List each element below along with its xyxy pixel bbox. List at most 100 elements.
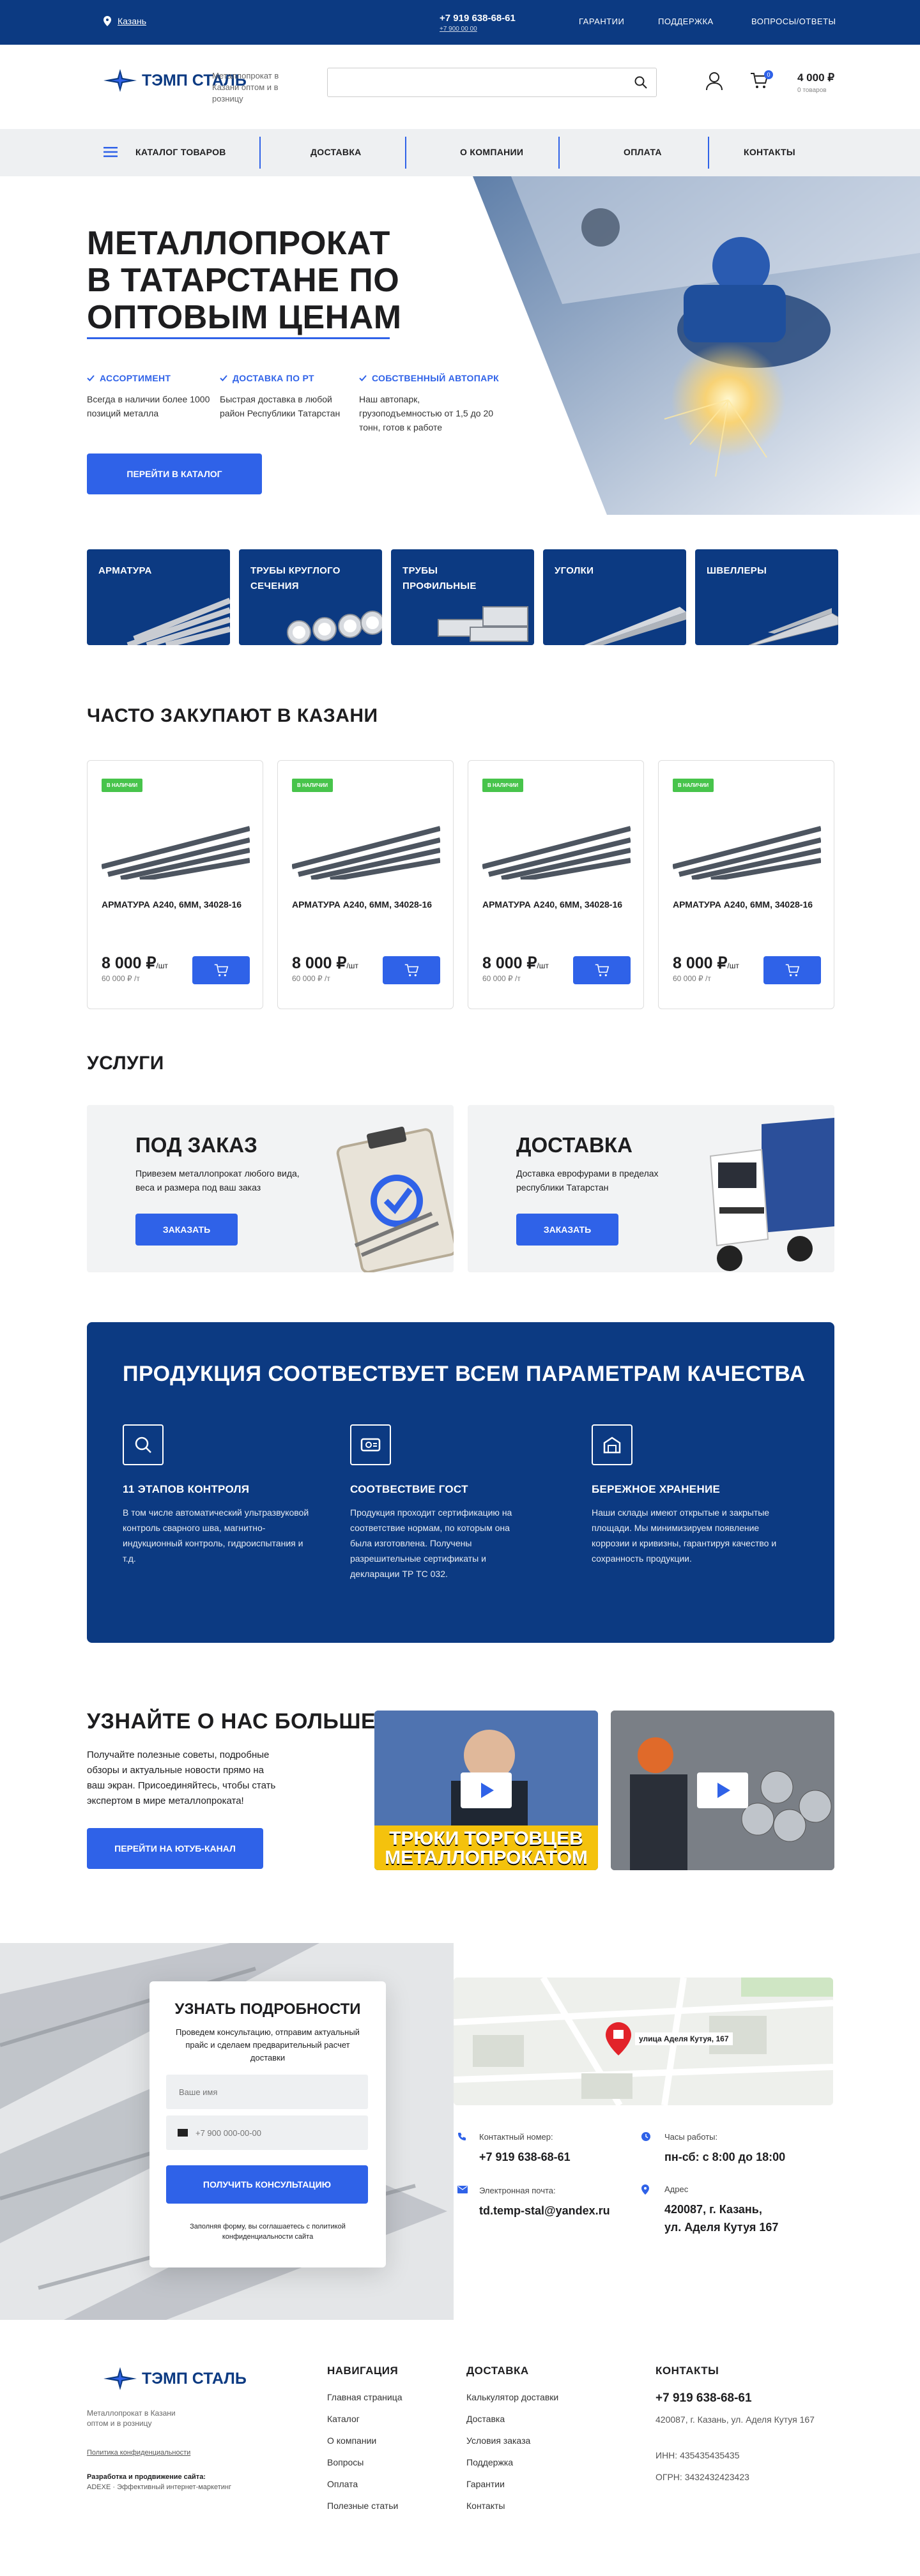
product-price: 8 000 ₽/шт [673, 954, 739, 973]
map[interactable]: улица Аделя Кутуя, 167 [454, 1978, 833, 2105]
city-selector[interactable]: Казань [103, 16, 146, 26]
contact-hours: Часы работы: пн-сб: с 8:00 до 18:00 [641, 2132, 785, 2166]
add-to-cart-button[interactable] [763, 956, 821, 984]
user-icon[interactable] [705, 72, 723, 91]
footer-ogrn: ОГРН: 3432432423423 [656, 2472, 749, 2482]
footer-link[interactable]: Доставка [466, 2408, 558, 2430]
footer-link[interactable]: Вопросы [327, 2451, 402, 2473]
product-card[interactable]: В НАЛИЧИИ АРМАТУРА А240, 6ММ, 34028-16 8… [87, 760, 263, 1009]
cart-count-badge: 0 [764, 70, 773, 79]
footer-phone[interactable]: +7 919 638-68-61 [656, 2391, 752, 2405]
category-channels[interactable]: ШВЕЛЛЕРЫ [695, 549, 838, 645]
certificate-icon [350, 1424, 391, 1465]
product-price-per-ton: 60 000 ₽ /т [673, 974, 711, 983]
footer-link[interactable]: Контакты [466, 2495, 558, 2517]
category-rebar[interactable]: АРМАТУРА [87, 549, 230, 645]
price-value: 8 000 ₽ [292, 954, 347, 972]
search-box [327, 68, 657, 97]
link-guarantees[interactable]: ГАРАНТИИ [579, 17, 624, 26]
go-to-catalog-button[interactable]: ПЕРЕЙТИ В КАТАЛОГ [87, 453, 262, 494]
contact-label: Адрес [664, 2184, 689, 2194]
contact-email-value[interactable]: td.temp-stal@yandex.ru [479, 2202, 610, 2220]
cart-total[interactable]: 4 000 ₽ 0 товаров [797, 72, 834, 94]
category-round-pipes[interactable]: ТРУБЫ КРУГЛОГО СЕЧЕНИЯ [239, 549, 382, 645]
feature-assortment: АССОРТИМЕНТ Всегда в наличии более 1000 … [87, 373, 215, 420]
play-icon[interactable] [461, 1772, 512, 1808]
footer-nav-heading: НАВИГАЦИЯ [327, 2365, 399, 2377]
footer-link[interactable]: Главная страница [327, 2386, 402, 2408]
price-unit: /шт [156, 961, 168, 970]
rebar-product-image [673, 826, 821, 880]
price-unit: /шт [537, 961, 549, 970]
product-card[interactable]: В НАЛИЧИИ АРМАТУРА А240, 6ММ, 34028-16 8… [468, 760, 644, 1009]
top-phone[interactable]: +7 919 638-68-61 +7 900 00 00 [440, 13, 516, 33]
city-name: Казань [118, 16, 147, 26]
nav-payment[interactable]: ОПЛАТА [624, 147, 662, 157]
product-price: 8 000 ₽/шт [102, 954, 168, 973]
youtube-channel-button[interactable]: ПЕРЕЙТИ НА ЮТУБ-КАНАЛ [87, 1828, 263, 1869]
footer-link[interactable]: Поддержка [466, 2451, 558, 2473]
phone-input[interactable] [195, 2115, 362, 2150]
quality-block: ПРОДУКЦИЯ СООТВЕСТВУЕТ ВСЕМ ПАРАМЕТРАМ К… [87, 1322, 834, 1643]
contact-phone-value[interactable]: +7 919 638-68-61 [479, 2148, 571, 2166]
top-bar: Казань +7 919 638-68-61 +7 900 00 00 ГАР… [0, 0, 920, 45]
category-label: СЕЧЕНИЯ [250, 581, 299, 591]
quality-title: ПРОДУКЦИЯ СООТВЕСТВУЕТ ВСЕМ ПАРАМЕТРАМ К… [123, 1362, 806, 1386]
video-caption: ТРЮКИ ТОРГОВЦЕВ МЕТАЛЛОПРОКАТОМ [385, 1828, 588, 1868]
name-input[interactable] [166, 2075, 368, 2109]
menu-icon[interactable] [103, 147, 118, 157]
price-value: 8 000 ₽ [673, 954, 728, 972]
cart-sum-value: 4 000 ₽ [797, 72, 835, 84]
footer-link[interactable]: Условия заказа [466, 2430, 558, 2451]
map-pin-icon[interactable] [606, 2022, 631, 2055]
footer-link[interactable]: Оплата [327, 2473, 402, 2495]
nav-delivery[interactable]: ДОСТАВКА [310, 147, 362, 157]
search-input[interactable] [337, 68, 624, 96]
footer-logo[interactable]: ТЭМП СТАЛЬ [103, 2367, 247, 2390]
logo-text: ТЭМП СТАЛЬ [142, 2370, 247, 2388]
phone-field[interactable] [166, 2115, 368, 2150]
privacy-policy-link[interactable]: Политика конфиденциальности [87, 2449, 190, 2457]
search-icon[interactable] [634, 76, 647, 89]
footer-link[interactable]: Полезные статьи [327, 2495, 402, 2517]
category-angles[interactable]: УГОЛКИ [543, 549, 686, 645]
nav-catalog[interactable]: КАТАЛОГ ТОВАРОВ [135, 147, 226, 157]
product-card[interactable]: В НАЛИЧИИ АРМАТУРА А240, 6ММ, 34028-16 8… [277, 760, 454, 1009]
order-button[interactable]: ЗАКАЗАТЬ [135, 1214, 238, 1246]
add-to-cart-button[interactable] [192, 956, 250, 984]
flag-icon[interactable] [178, 2129, 188, 2137]
add-to-cart-button[interactable] [383, 956, 440, 984]
footer-link[interactable]: Калькулятор доставки [466, 2386, 558, 2408]
phone-number: +7 919 638-68-61 [440, 13, 516, 24]
angles-image [584, 607, 686, 645]
footer-delivery-list: Калькулятор доставки Доставка Условия за… [466, 2386, 558, 2517]
learn-more-desc: Получайте полезные советы, подробные обз… [87, 1749, 276, 1806]
footer-link[interactable]: О компании [327, 2430, 402, 2451]
quality-item-title: 11 ЭТАПОВ КОНТРОЛЯ [123, 1483, 250, 1495]
callback-link[interactable]: +7 900 00 00 [440, 26, 516, 33]
hero-title-line: ОПТОВЫМ ЦЕНАМ [87, 299, 402, 336]
play-icon[interactable] [697, 1772, 748, 1808]
category-label: ПРОФИЛЬНЫЕ [402, 581, 477, 591]
order-delivery-button[interactable]: ЗАКАЗАТЬ [516, 1214, 618, 1246]
get-consultation-button[interactable]: ПОЛУЧИТЬ КОНСУЛЬТАЦИЮ [166, 2165, 368, 2204]
nav-contacts[interactable]: КОНТАКТЫ [744, 147, 795, 157]
privacy-note[interactable]: Заполняя форму, вы соглашаетесь с полити… [175, 2222, 360, 2242]
service-delivery: ДОСТАВКА Доставка еврофурами в пределах … [468, 1105, 834, 1272]
developer-link[interactable]: ADEXE · Эффективный интернет-маркетинг [87, 2483, 231, 2491]
add-to-cart-button[interactable] [573, 956, 631, 984]
location-pin-icon [641, 2184, 649, 2195]
footer-link[interactable]: Гарантии [466, 2473, 558, 2495]
form-title: УЗНАТЬ ПОДРОБНОСТИ [174, 2001, 361, 2018]
link-support[interactable]: ПОДДЕРЖКА [658, 17, 714, 26]
video-thumbnail[interactable] [611, 1711, 834, 1870]
contact-address-line: ул. Аделя Кутуя 167 [664, 2221, 779, 2234]
footer-link[interactable]: Каталог [327, 2408, 402, 2430]
contact-email: Электронная почта: td.temp-stal@yandex.ru [457, 2186, 610, 2220]
video-thumbnail[interactable]: ТРЮКИ ТОРГОВЦЕВ МЕТАЛЛОПРОКАТОМ [374, 1711, 598, 1870]
nav-about[interactable]: О КОМПАНИИ [460, 147, 523, 157]
link-faq[interactable]: ВОПРОСЫ/ОТВЕТЫ [751, 17, 836, 26]
magnifier-icon [123, 1424, 164, 1465]
product-card[interactable]: В НАЛИЧИИ АРМАТУРА А240, 6ММ, 34028-16 8… [658, 760, 834, 1009]
category-profile-pipes[interactable]: ТРУБЫ ПРОФИЛЬНЫЕ [391, 549, 534, 645]
